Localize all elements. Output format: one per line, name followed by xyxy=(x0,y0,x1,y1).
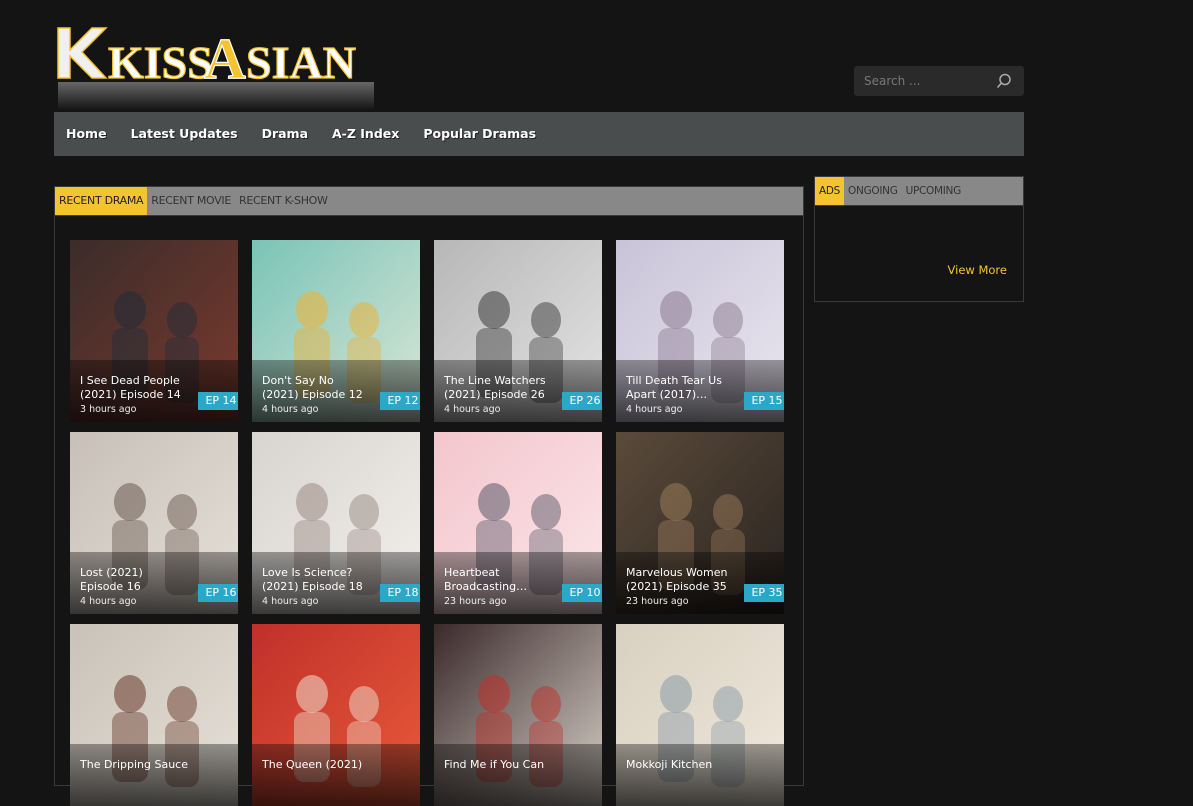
updated-time: 23 hours ago xyxy=(444,596,507,607)
drama-title[interactable]: Marvelous Women (2021) Episode 35 xyxy=(626,566,734,594)
episode-badge: EP 15 xyxy=(744,392,784,410)
sidebar-panel: Ads Ongoing Upcoming View More xyxy=(814,176,1024,302)
drama-card[interactable]: Lost (2021) Episode 16 4 hours ago EP 16 xyxy=(70,432,238,614)
episode-badge: EP 12 xyxy=(380,392,420,410)
main-nav: Home Latest Updates Drama A-Z Index Popu… xyxy=(54,112,1024,156)
tab-recent-k-show[interactable]: Recent K-Show xyxy=(235,187,332,215)
drama-title[interactable]: The Line Watchers (2021) Episode 26 xyxy=(444,374,552,402)
drama-card[interactable]: Till Death Tear Us Apart (2017) Episode … xyxy=(616,240,784,422)
card-overlay xyxy=(70,744,238,806)
logo-text-a: A xyxy=(204,26,246,91)
episode-badge: EP 26 xyxy=(562,392,602,410)
drama-title[interactable]: The Dripping Sauce xyxy=(80,758,188,772)
updated-time: 4 hours ago xyxy=(444,404,501,415)
search-box xyxy=(854,66,1024,96)
drama-title[interactable]: I See Dead People (2021) Episode 14 xyxy=(80,374,188,402)
drama-card[interactable]: Heartbeat Broadcasting Accident (2021) E… xyxy=(434,432,602,614)
drama-card[interactable]: I See Dead People (2021) Episode 14 3 hou… xyxy=(70,240,238,422)
nav-home[interactable]: Home xyxy=(54,112,119,156)
episode-badge: EP 14 xyxy=(198,392,238,410)
card-overlay xyxy=(252,744,420,806)
logo-text-kiss: KISS xyxy=(108,37,213,88)
view-more-link[interactable]: View More xyxy=(948,263,1007,277)
drama-card[interactable]: Marvelous Women (2021) Episode 35 23 hour… xyxy=(616,432,784,614)
card-overlay xyxy=(434,744,602,806)
nav-latest-updates[interactable]: Latest Updates xyxy=(119,112,250,156)
recent-panel: Recent Drama Recent Movie Recent K-Show … xyxy=(54,186,804,806)
updated-time: 23 hours ago xyxy=(626,596,689,607)
drama-card[interactable]: Love Is Science? (2021) Episode 18 4 hour… xyxy=(252,432,420,614)
drama-title[interactable]: Heartbeat Broadcasting Accident (2021) E… xyxy=(444,566,552,594)
site-logo[interactable]: KISS A SIAN xyxy=(56,20,376,112)
site-logo-mark: KISS A SIAN xyxy=(57,25,374,110)
logo-text-sian: SIAN xyxy=(246,37,356,88)
card-overlay xyxy=(616,744,784,806)
updated-time: 4 hours ago xyxy=(262,404,319,415)
tab-ongoing[interactable]: Ongoing xyxy=(844,177,902,205)
tab-recent-drama[interactable]: Recent Drama xyxy=(55,187,148,215)
drama-title[interactable]: Don't Say No (2021) Episode 12 xyxy=(262,374,370,402)
search-input[interactable] xyxy=(854,66,994,96)
drama-title[interactable]: Lost (2021) Episode 16 xyxy=(80,566,188,594)
tab-recent-movie[interactable]: Recent Movie xyxy=(147,187,235,215)
drama-card[interactable]: Find Me if You Can xyxy=(434,624,602,806)
episode-badge: EP 10 xyxy=(562,584,602,602)
updated-time: 4 hours ago xyxy=(262,596,319,607)
episode-badge: EP 18 xyxy=(380,584,420,602)
updated-time: 3 hours ago xyxy=(80,404,137,415)
drama-title[interactable]: Mokkoji Kitchen xyxy=(626,758,734,772)
drama-card[interactable]: The Dripping Sauce xyxy=(70,624,238,806)
drama-title[interactable]: The Queen (2021) xyxy=(262,758,370,772)
episode-badge: EP 16 xyxy=(198,584,238,602)
updated-time: 4 hours ago xyxy=(626,404,683,415)
sidebar-tabs: Ads Ongoing Upcoming xyxy=(815,177,1023,206)
nav-a-z-index[interactable]: A-Z Index xyxy=(320,112,411,156)
episode-badge: EP 35 xyxy=(744,584,784,602)
drama-card[interactable]: The Queen (2021) xyxy=(252,624,420,806)
updated-time: 4 hours ago xyxy=(80,596,137,607)
drama-card[interactable]: The Line Watchers (2021) Episode 26 4 hou… xyxy=(434,240,602,422)
drama-title[interactable]: Find Me if You Can xyxy=(444,758,552,772)
drama-card[interactable]: Don't Say No (2021) Episode 12 4 hours ag… xyxy=(252,240,420,422)
recent-tabs: Recent Drama Recent Movie Recent K-Show xyxy=(55,187,803,216)
nav-popular-dramas[interactable]: Popular Dramas xyxy=(411,112,548,156)
drama-card[interactable]: Mokkoji Kitchen xyxy=(616,624,784,806)
nav-drama[interactable]: Drama xyxy=(250,112,320,156)
drama-title[interactable]: Love Is Science? (2021) Episode 18 xyxy=(262,566,370,594)
tab-ads[interactable]: Ads xyxy=(815,177,845,205)
tab-upcoming[interactable]: Upcoming xyxy=(902,177,965,205)
search-icon[interactable] xyxy=(996,73,1012,89)
drama-title[interactable]: Till Death Tear Us Apart (2017) Episode … xyxy=(626,374,734,402)
